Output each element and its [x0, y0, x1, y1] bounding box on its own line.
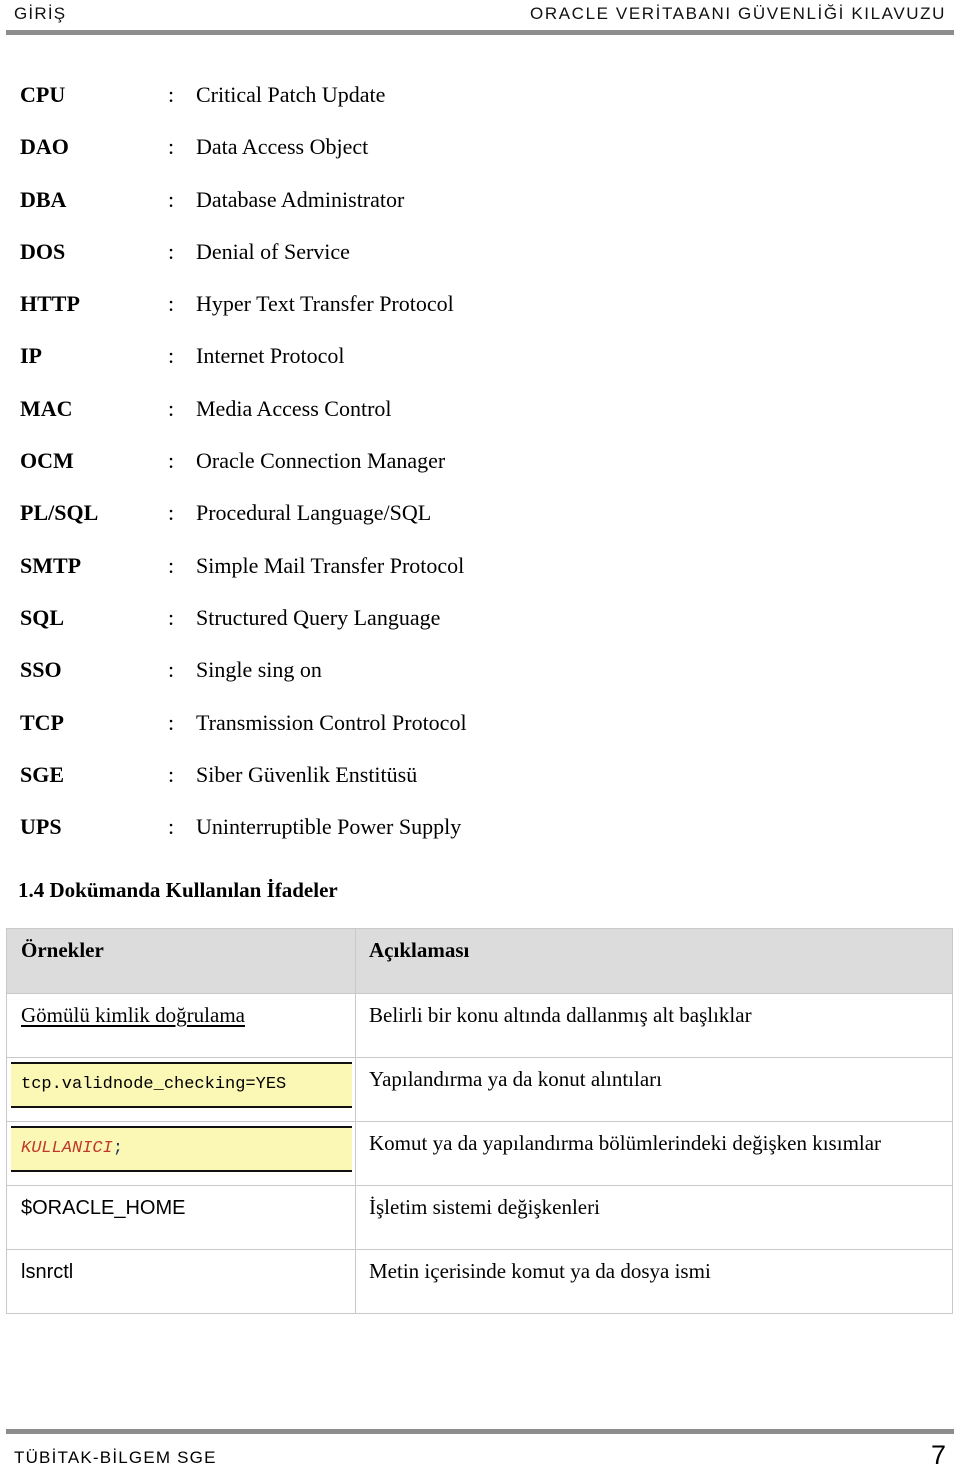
table-row: $ORACLE_HOME İşletim sistemi değişkenler… [6, 1185, 953, 1250]
example-text: $ORACLE_HOME [21, 1197, 186, 1219]
abbreviation-term: PL/SQL [20, 500, 99, 526]
section-heading: 1.4 Dokümanda Kullanılan İfadeler [18, 878, 338, 902]
abbreviation-definition: Critical Patch Update [196, 82, 386, 107]
abbreviation-row: SQL : Structured Query Language [0, 603, 960, 655]
abbreviation-term: HTTP [20, 291, 80, 317]
column-header-description: Açıklaması [355, 928, 953, 994]
abbreviation-separator: : [168, 186, 175, 212]
abbreviation-term: DAO [20, 134, 69, 160]
abbreviation-separator: : [168, 709, 175, 735]
abbreviation-term: UPS [20, 814, 62, 840]
abbreviation-definition: Oracle Connection Manager [196, 448, 446, 474]
abbreviation-definition: Uninterruptible Power Supply [196, 814, 462, 840]
code-highlight-box: tcp.validnode_checking=YES [11, 1062, 352, 1108]
abbreviation-row: CPU : Critical Patch Update [0, 80, 960, 132]
abbreviation-separator: : [168, 500, 175, 526]
header-divider-rule [6, 30, 954, 35]
abbreviation-row: MAC : Media Access Control [0, 394, 960, 446]
table-header-row: Örnekler Açıklaması [6, 928, 953, 994]
abbreviation-separator: : [168, 238, 175, 264]
abbreviation-term: DOS [20, 238, 66, 264]
abbreviation-separator: : [168, 134, 175, 160]
abbreviation-term: TCP [20, 709, 64, 735]
abbreviation-definition: Transmission Control Protocol [196, 709, 467, 735]
abbreviation-separator: : [168, 657, 175, 683]
abbreviation-row: IP : Internet Protocol [0, 341, 960, 393]
footer-organization-label: TÜBİTAK-BİLGEM SGE [14, 1448, 217, 1467]
abbreviation-term: CPU [20, 82, 66, 107]
abbreviation-definition: Denial of Service [196, 238, 350, 264]
abbreviation-term: SSO [20, 657, 62, 683]
abbreviation-definition: Data Access Object [196, 134, 369, 160]
abbreviation-row: HTTP : Hyper Text Transfer Protocol [0, 289, 960, 341]
abbreviation-definition: Siber Güvenlik Enstitüsü [196, 761, 418, 787]
abbreviation-definition: Procedural Language/SQL [196, 500, 432, 526]
abbreviation-term: IP [20, 343, 42, 369]
example-cell: tcp.validnode_checking=YES [6, 1057, 356, 1122]
abbreviation-row: TCP : Transmission Control Protocol [0, 708, 960, 760]
description-cell: Metin içerisinde komut ya da dosya ismi [355, 1249, 953, 1314]
example-cell: lsnrctl [6, 1249, 356, 1314]
abbreviation-definition: Media Access Control [196, 395, 392, 421]
abbreviation-row: UPS : Uninterruptible Power Supply [0, 812, 960, 864]
abbreviation-term: DBA [20, 186, 67, 212]
footer-divider-rule [6, 1429, 954, 1434]
abbreviation-separator: : [168, 761, 175, 787]
page-number: 7 [930, 1440, 946, 1470]
abbreviation-row: DOS : Denial of Service [0, 237, 960, 289]
abbreviation-definition: Internet Protocol [196, 343, 345, 369]
abbreviation-definition: Database Administrator [196, 186, 405, 212]
example-cell: KULLANICI; [6, 1121, 356, 1186]
abbreviation-term: OCM [20, 448, 74, 474]
example-text: tcp.validnode_checking=YES [21, 1075, 287, 1094]
example-text: lsnrctl [21, 1261, 74, 1283]
abbreviation-definition: Single sing on [196, 657, 322, 683]
table-row: tcp.validnode_checking=YES Yapılandırma … [6, 1057, 953, 1122]
description-cell: Belirli bir konu altında dallanmış alt b… [355, 993, 953, 1058]
abbreviation-definition: Simple Mail Transfer Protocol [196, 552, 465, 578]
abbreviation-separator: : [168, 604, 175, 630]
abbreviation-row: OCM : Oracle Connection Manager [0, 446, 960, 498]
abbreviation-row: PL/SQL : Procedural Language/SQL [0, 498, 960, 550]
header-section-label: GİRİŞ [14, 4, 67, 23]
abbreviation-term: SGE [20, 761, 65, 787]
abbreviation-definition: Structured Query Language [196, 604, 441, 630]
description-cell: İşletim sistemi değişkenleri [355, 1185, 953, 1250]
abbreviation-separator: : [168, 448, 175, 474]
example-text: Gömülü kimlik doğrulama [21, 1003, 245, 1027]
abbreviation-term: SMTP [20, 552, 82, 578]
abbreviation-list: CPU : Critical Patch Update DAO : Data A… [0, 80, 960, 864]
table-row: Gömülü kimlik doğrulama Belirli bir konu… [6, 993, 953, 1058]
example-cell: Gömülü kimlik doğrulama [6, 993, 356, 1058]
abbreviation-row: SMTP : Simple Mail Transfer Protocol [0, 551, 960, 603]
abbreviation-separator: : [168, 814, 175, 840]
table-row: KULLANICI; Komut ya da yapılandırma bölü… [6, 1121, 953, 1186]
abbreviation-separator: : [168, 291, 175, 317]
code-highlight-box: KULLANICI; [11, 1126, 352, 1172]
example-punctuation: ; [112, 1139, 124, 1158]
abbreviation-row: DBA : Database Administrator [0, 185, 960, 237]
example-variable-text: KULLANICI [21, 1139, 113, 1158]
description-cell: Komut ya da yapılandırma bölümlerindeki … [355, 1121, 953, 1186]
abbreviation-separator: : [168, 343, 175, 369]
abbreviation-separator: : [168, 395, 175, 421]
example-cell: $ORACLE_HOME [6, 1185, 356, 1250]
abbreviation-row: DAO : Data Access Object [0, 132, 960, 184]
abbreviation-row: SSO : Single sing on [0, 655, 960, 707]
column-header-examples: Örnekler [6, 928, 356, 994]
description-cell: Yapılandırma ya da konut alıntıları [355, 1057, 953, 1122]
abbreviation-separator: : [168, 82, 175, 107]
abbreviation-separator: : [168, 552, 175, 578]
table-row: lsnrctl Metin içerisinde komut ya da dos… [6, 1249, 953, 1314]
header-document-title: ORACLE VERİTABANI GÜVENLİĞİ KILAVUZU [530, 4, 946, 23]
conventions-table: Örnekler Açıklaması Gömülü kimlik doğrul… [6, 928, 953, 1314]
abbreviation-term: MAC [20, 395, 73, 421]
abbreviation-row: SGE : Siber Güvenlik Enstitüsü [0, 760, 960, 812]
abbreviation-definition: Hyper Text Transfer Protocol [196, 291, 454, 317]
abbreviation-term: SQL [20, 604, 65, 630]
